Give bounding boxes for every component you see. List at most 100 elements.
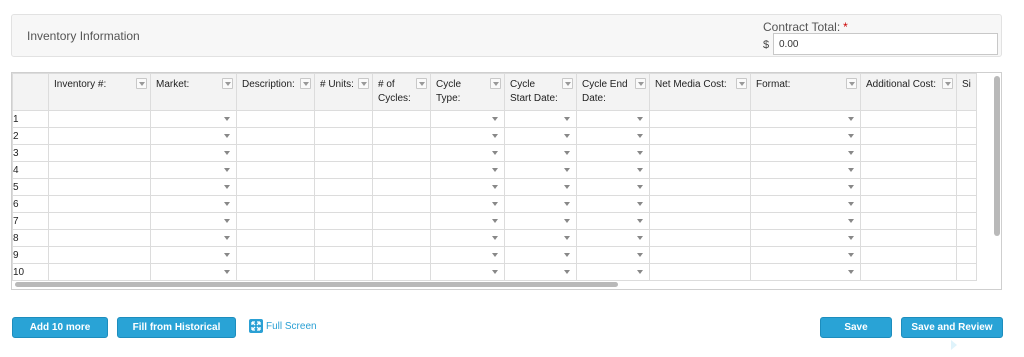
dropdown-cell[interactable] [750, 110, 861, 128]
text-cell[interactable] [48, 110, 151, 128]
chevron-down-icon[interactable] [637, 117, 643, 121]
chevron-down-icon[interactable] [224, 253, 230, 257]
contract-total-input[interactable] [773, 33, 998, 55]
text-cell[interactable] [236, 246, 315, 264]
text-cell[interactable] [372, 178, 431, 196]
text-cell[interactable] [372, 161, 431, 179]
chevron-down-icon[interactable] [564, 185, 570, 189]
filter-icon[interactable] [300, 78, 311, 89]
text-cell[interactable] [48, 212, 151, 230]
dropdown-cell[interactable] [150, 110, 237, 128]
dropdown-cell[interactable] [504, 161, 577, 179]
filter-icon[interactable] [136, 78, 147, 89]
chevron-down-icon[interactable] [492, 117, 498, 121]
chevron-down-icon[interactable] [492, 236, 498, 240]
dropdown-cell[interactable] [750, 212, 861, 230]
chevron-down-icon[interactable] [224, 202, 230, 206]
dropdown-cell[interactable] [576, 161, 650, 179]
dropdown-cell[interactable] [430, 229, 505, 247]
text-cell[interactable] [860, 263, 957, 281]
text-cell[interactable] [372, 212, 431, 230]
text-cell[interactable] [956, 229, 977, 247]
text-cell[interactable] [649, 212, 751, 230]
text-cell[interactable] [314, 161, 373, 179]
text-cell[interactable] [860, 161, 957, 179]
text-cell[interactable] [236, 127, 315, 145]
chevron-down-icon[interactable] [224, 168, 230, 172]
text-cell[interactable] [48, 178, 151, 196]
dropdown-cell[interactable] [150, 246, 237, 264]
text-cell[interactable] [860, 212, 957, 230]
dropdown-cell[interactable] [504, 110, 577, 128]
filter-icon[interactable] [635, 78, 646, 89]
text-cell[interactable] [372, 127, 431, 145]
chevron-down-icon[interactable] [637, 253, 643, 257]
text-cell[interactable] [956, 212, 977, 230]
text-cell[interactable] [649, 229, 751, 247]
horizontal-scrollbar[interactable] [15, 282, 618, 287]
fill-historical-button[interactable]: Fill from Historical Data [117, 317, 236, 352]
column-header[interactable]: Net Media Cost: [649, 73, 751, 111]
dropdown-cell[interactable] [430, 178, 505, 196]
chevron-down-icon[interactable] [637, 151, 643, 155]
text-cell[interactable] [649, 144, 751, 162]
dropdown-cell[interactable] [504, 263, 577, 281]
text-cell[interactable] [956, 144, 977, 162]
dropdown-cell[interactable] [504, 127, 577, 145]
text-cell[interactable] [236, 212, 315, 230]
chevron-down-icon[interactable] [848, 202, 854, 206]
chevron-down-icon[interactable] [637, 202, 643, 206]
text-cell[interactable] [860, 144, 957, 162]
column-header[interactable]: Format: [750, 73, 861, 111]
chevron-down-icon[interactable] [224, 151, 230, 155]
text-cell[interactable] [860, 178, 957, 196]
dropdown-cell[interactable] [150, 263, 237, 281]
chevron-down-icon[interactable] [492, 151, 498, 155]
dropdown-cell[interactable] [430, 110, 505, 128]
save-button[interactable]: Save [820, 317, 892, 338]
column-header[interactable]: # Units: [314, 73, 373, 111]
chevron-down-icon[interactable] [637, 270, 643, 274]
text-cell[interactable] [860, 195, 957, 213]
chevron-down-icon[interactable] [637, 236, 643, 240]
chevron-down-icon[interactable] [564, 168, 570, 172]
chevron-down-icon[interactable] [564, 253, 570, 257]
chevron-down-icon[interactable] [492, 253, 498, 257]
dropdown-cell[interactable] [750, 246, 861, 264]
dropdown-cell[interactable] [576, 212, 650, 230]
dropdown-cell[interactable] [504, 195, 577, 213]
column-header[interactable]: Inventory #: [48, 73, 151, 111]
chevron-down-icon[interactable] [564, 151, 570, 155]
text-cell[interactable] [372, 263, 431, 281]
text-cell[interactable] [649, 195, 751, 213]
text-cell[interactable] [314, 195, 373, 213]
dropdown-cell[interactable] [576, 263, 650, 281]
full-screen-button[interactable]: Full Screen [249, 319, 317, 333]
text-cell[interactable] [314, 178, 373, 196]
save-review-button[interactable]: Save and Review [901, 317, 1003, 350]
dropdown-cell[interactable] [150, 161, 237, 179]
text-cell[interactable] [48, 144, 151, 162]
chevron-down-icon[interactable] [224, 270, 230, 274]
chevron-down-icon[interactable] [224, 219, 230, 223]
chevron-down-icon[interactable] [637, 134, 643, 138]
text-cell[interactable] [314, 263, 373, 281]
text-cell[interactable] [649, 246, 751, 264]
dropdown-cell[interactable] [750, 144, 861, 162]
dropdown-cell[interactable] [430, 212, 505, 230]
chevron-down-icon[interactable] [224, 117, 230, 121]
column-header[interactable]: Cycle Type: [430, 73, 505, 111]
column-header[interactable]: Cycle End Date: [576, 73, 650, 111]
text-cell[interactable] [956, 263, 977, 281]
dropdown-cell[interactable] [150, 178, 237, 196]
text-cell[interactable] [860, 246, 957, 264]
dropdown-cell[interactable] [430, 263, 505, 281]
chevron-down-icon[interactable] [848, 270, 854, 274]
chevron-down-icon[interactable] [848, 185, 854, 189]
filter-icon[interactable] [416, 78, 427, 89]
dropdown-cell[interactable] [504, 144, 577, 162]
filter-icon[interactable] [562, 78, 573, 89]
dropdown-cell[interactable] [504, 178, 577, 196]
chevron-down-icon[interactable] [564, 117, 570, 121]
dropdown-cell[interactable] [504, 229, 577, 247]
